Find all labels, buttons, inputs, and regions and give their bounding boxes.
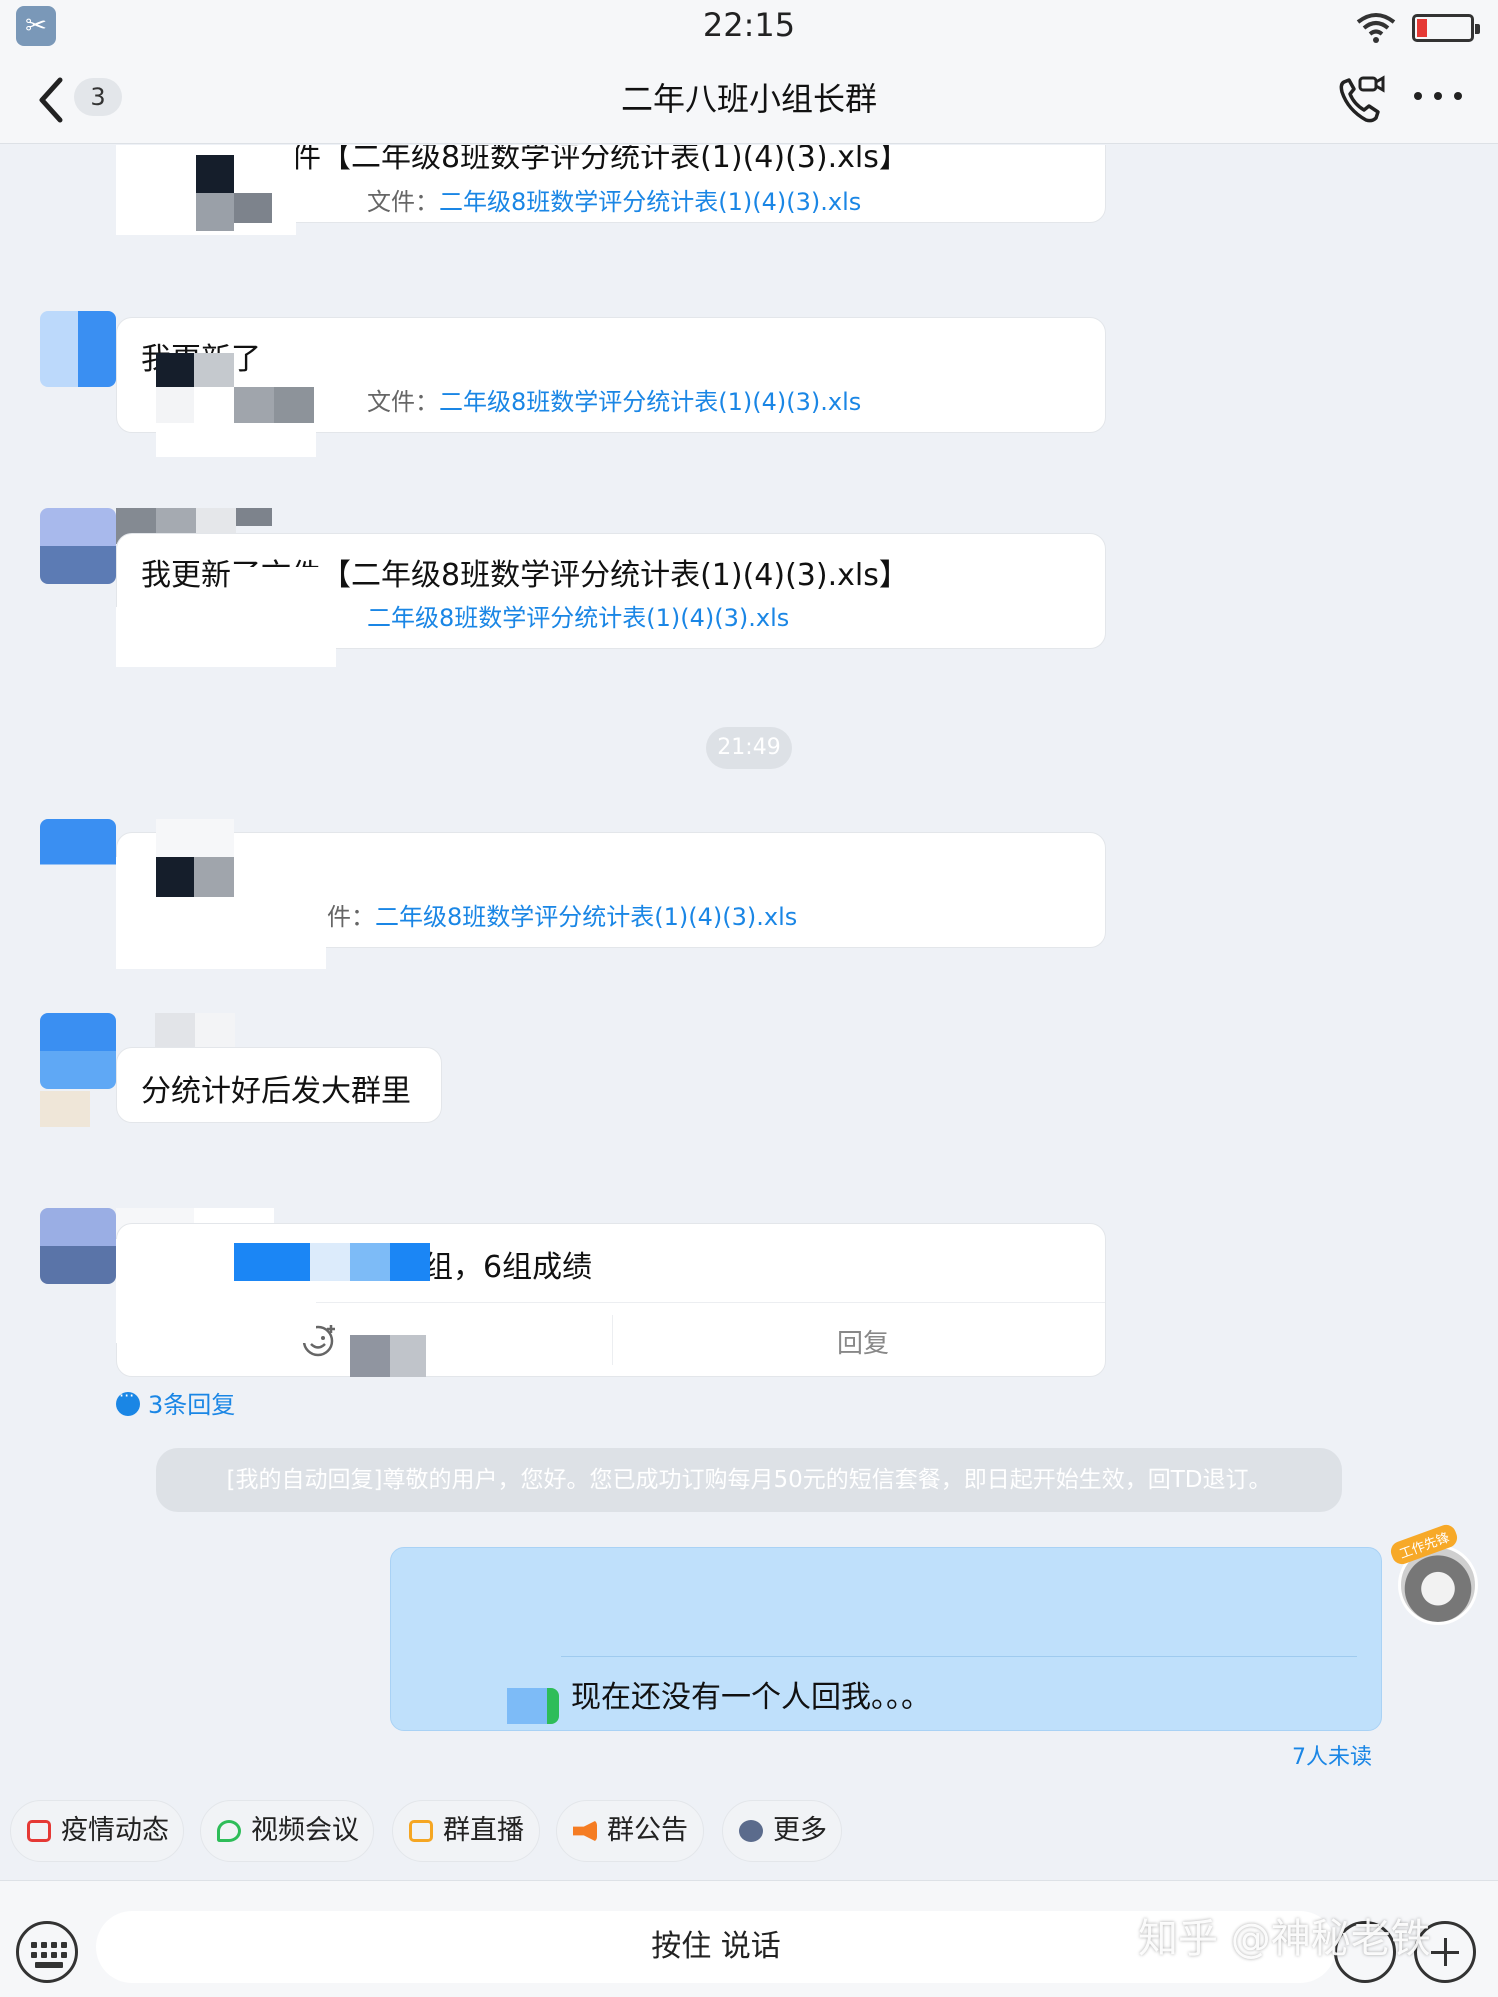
- pixelated-region: [116, 353, 316, 463]
- file-attachment[interactable]: 件：二年级8班数学评分统计表(1)(4)(3).xls: [327, 897, 797, 932]
- message-list[interactable]: 我更新了文件【二年级8班数学评分统计表(1)(4)(3).xls】 文件：二年级…: [0, 145, 1498, 1790]
- divider: [612, 1315, 613, 1365]
- file-attachment[interactable]: 文件：二年级8班数学评分统计表(1)(4)(3).xls: [367, 182, 861, 217]
- medical-kit-icon: [27, 1820, 51, 1842]
- chat-header: 3 二年八班小组长群: [0, 56, 1498, 144]
- status-bar: ✂ 22:15: [0, 0, 1498, 56]
- shortcut-label: 疫情动态: [61, 1815, 169, 1846]
- avatar[interactable]: [40, 819, 116, 895]
- megaphone-icon: [573, 1820, 597, 1842]
- file-link[interactable]: 二年级8班数学评分统计表(1)(4)(3).xls: [375, 903, 797, 931]
- avatar[interactable]: [40, 508, 116, 584]
- pixelated-region: [507, 1688, 559, 1724]
- message-text: 现在还没有一个人回我。。。: [571, 1680, 931, 1715]
- comment-bubble-icon: [116, 1386, 140, 1416]
- thread-replies-label: 3条回复: [148, 1391, 236, 1419]
- file-attachment[interactable]: 二年级8班数学评分统计表(1)(4)(3).xls: [367, 598, 789, 633]
- video-call-icon: [217, 1820, 241, 1842]
- wifi-icon: [1356, 13, 1396, 43]
- pixelated-region: [116, 557, 336, 667]
- group-shortcuts: 疫情动态 视频会议 群直播 群公告 更多: [0, 1790, 1498, 1870]
- pixelated-region: [116, 145, 296, 235]
- pixelated-region: [116, 819, 326, 969]
- auto-reply-notice: [我的自动回复]尊敬的用户，您好。您已成功订购每月50元的短信套餐，即日起开始生…: [156, 1448, 1342, 1512]
- shortcut-more[interactable]: 更多: [722, 1800, 842, 1862]
- message-text: 分统计好后发大群里: [141, 1074, 411, 1109]
- message-bubble[interactable]: 分统计好后发大群里: [116, 1047, 442, 1123]
- shortcut-group-live[interactable]: 群直播: [392, 1800, 540, 1862]
- shortcut-video-meeting[interactable]: 视频会议: [200, 1800, 374, 1862]
- shortcut-label: 更多: [773, 1815, 827, 1846]
- shortcut-label: 视频会议: [251, 1815, 359, 1846]
- thread-replies-link[interactable]: 3条回复: [116, 1385, 235, 1420]
- pixelated-region: [116, 1239, 436, 1381]
- avatar[interactable]: [40, 311, 116, 387]
- avatar[interactable]: [40, 1208, 116, 1284]
- file-link[interactable]: 二年级8班数学评分统计表(1)(4)(3).xls: [439, 188, 861, 216]
- more-dots-icon[interactable]: [1414, 86, 1464, 106]
- more-circle-icon: [739, 1820, 763, 1842]
- message-text: 组，6组成绩: [423, 1250, 593, 1285]
- shortcut-label: 群直播: [443, 1815, 524, 1846]
- read-status[interactable]: 7人未读: [1292, 1739, 1372, 1771]
- chat-title: 二年八班小组长群: [620, 80, 877, 118]
- keyboard-icon[interactable]: [16, 1921, 78, 1983]
- watermark: 知乎 @神秘老铁: [1138, 1916, 1431, 1962]
- reply-button[interactable]: 回复: [837, 1323, 889, 1360]
- tv-live-icon: [409, 1820, 433, 1842]
- shortcut-epidemic[interactable]: 疫情动态: [10, 1800, 184, 1862]
- shortcut-label: 群公告: [607, 1815, 688, 1846]
- file-prefix: 件：: [327, 903, 375, 931]
- self-message-bubble[interactable]: 现在还没有一个人回我。。。: [390, 1547, 1382, 1731]
- phone-video-icon[interactable]: [1336, 72, 1386, 128]
- time-divider: 21:49: [706, 727, 792, 769]
- battery-icon: [1412, 14, 1480, 42]
- quote-divider: [561, 1656, 1357, 1657]
- shortcut-announcement[interactable]: 群公告: [556, 1800, 704, 1862]
- file-link[interactable]: 二年级8班数学评分统计表(1)(4)(3).xls: [367, 604, 789, 632]
- status-time: 22:15: [702, 6, 796, 44]
- file-link[interactable]: 二年级8班数学评分统计表(1)(4)(3).xls: [439, 388, 861, 416]
- file-prefix: 文件：: [367, 188, 439, 216]
- file-attachment[interactable]: 文件：二年级8班数学评分统计表(1)(4)(3).xls: [367, 382, 861, 417]
- file-prefix: 文件：: [367, 388, 439, 416]
